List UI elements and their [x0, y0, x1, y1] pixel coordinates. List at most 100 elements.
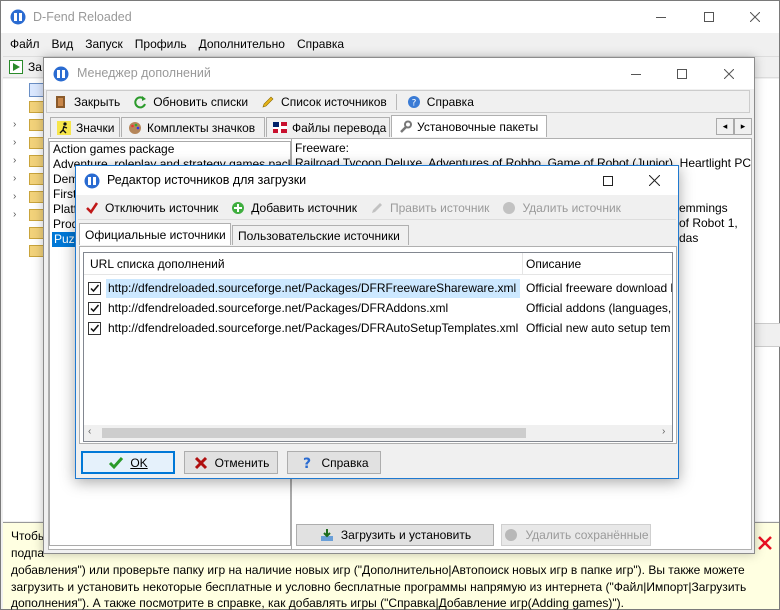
hint-line-3: добавления") или проверьте папку игр на …: [11, 563, 745, 577]
table-row[interactable]: http://dfendreloaded.sourceforge.net/Pac…: [84, 279, 672, 298]
official-sources-panel: URL списка дополнений Описание http://df…: [79, 246, 677, 444]
sources-help-button[interactable]: ? Справка: [287, 451, 381, 474]
palette-icon: [127, 120, 143, 136]
details-line: emmings: [679, 201, 728, 215]
package-item[interactable]: First: [53, 187, 76, 202]
tree-expander-icon[interactable]: ›: [13, 137, 16, 148]
addon-close-button[interactable]: [709, 58, 749, 89]
addon-manager-logo-icon: [53, 66, 69, 82]
maximize-button[interactable]: [689, 1, 729, 33]
app-logo-icon: [10, 9, 26, 25]
profile-tree[interactable]: › › › › › ›: [3, 79, 47, 521]
addon-minimize-button[interactable]: [616, 58, 656, 89]
menu-extras[interactable]: Дополнительно: [193, 34, 291, 54]
tab-language-files[interactable]: Файлы перевода: [266, 117, 390, 137]
main-list-splitter[interactable]: [754, 323, 780, 347]
svg-text:?: ?: [411, 98, 416, 108]
column-url[interactable]: URL списка дополнений: [90, 257, 225, 271]
menu-help[interactable]: Справка: [291, 34, 350, 54]
refresh-icon: [132, 94, 148, 110]
pencil-icon: [260, 94, 276, 110]
sources-editor-title-bar[interactable]: Редактор источников для загрузки: [76, 166, 678, 195]
sources-list[interactable]: URL списка дополнений Описание http://df…: [83, 252, 673, 442]
menu-run[interactable]: Запуск: [79, 34, 129, 54]
tree-expander-icon[interactable]: ›: [13, 119, 16, 130]
svg-text:?: ?: [303, 456, 311, 470]
ok-button[interactable]: OK: [81, 451, 175, 474]
sources-help-label: Справка: [321, 455, 369, 470]
delete-saved-button[interactable]: Удалить сохранённые: [501, 524, 651, 546]
sources-close-button[interactable]: [634, 166, 674, 195]
main-game-list[interactable]: [753, 79, 780, 521]
row-description: Official addons (languages,: [526, 301, 672, 315]
table-row[interactable]: http://dfendreloaded.sourceforge.net/Pac…: [84, 319, 672, 338]
tab-scroll-right-button[interactable]: ▸: [734, 118, 752, 135]
scrollbar-thumb[interactable]: [102, 428, 526, 438]
details-line: das: [679, 231, 699, 245]
tab-official-sources[interactable]: Официальные источники: [79, 223, 231, 245]
tab-icons[interactable]: Значки: [50, 117, 120, 137]
download-install-button[interactable]: Загрузить и установить: [296, 524, 494, 546]
column-description[interactable]: Описание: [526, 257, 581, 271]
row-checkbox[interactable]: [88, 302, 101, 315]
minimize-button[interactable]: [641, 1, 681, 33]
sources-editor-title: Редактор источников для загрузки: [107, 173, 307, 187]
tab-scroll-left-button[interactable]: ◂: [716, 118, 734, 135]
run-icon[interactable]: [9, 60, 23, 74]
sources-editor-logo-icon: [84, 173, 100, 189]
tree-expander-icon[interactable]: ›: [13, 173, 16, 184]
sources-maximize-button[interactable]: [588, 166, 628, 195]
add-source-button[interactable]: Добавить источник: [224, 198, 363, 218]
addon-help-button[interactable]: ? Справка: [400, 92, 480, 112]
refresh-lists-button[interactable]: Обновить списки: [126, 92, 254, 112]
package-item[interactable]: Action games package: [53, 142, 174, 157]
tab-user-sources[interactable]: Пользовательские источники: [232, 225, 409, 245]
row-checkbox[interactable]: [88, 322, 101, 335]
scroll-left-arrow-icon[interactable]: ‹: [88, 426, 91, 437]
tab-user-sources-label: Пользовательские источники: [238, 228, 400, 243]
disable-source-button[interactable]: Отключить источник: [78, 198, 224, 218]
tab-icon-sets[interactable]: Комплекты значков: [121, 117, 265, 137]
add-circle-icon: [230, 200, 246, 216]
cancel-button[interactable]: Отменить: [184, 451, 278, 474]
addon-close-tool-button[interactable]: Закрыть: [47, 92, 126, 112]
row-description: Official new auto setup tem: [526, 321, 671, 335]
scroll-right-arrow-icon[interactable]: ›: [662, 426, 665, 437]
menu-file[interactable]: Файл: [4, 34, 46, 54]
tab-setup-packages[interactable]: Установочные пакеты: [391, 115, 547, 137]
main-window-title: D-Fend Reloaded: [33, 10, 132, 24]
sources-editor-window: Редактор источников для загрузки Отключи…: [75, 165, 679, 479]
package-item[interactable]: Platf: [53, 202, 77, 217]
row-url: http://dfendreloaded.sourceforge.net/Pac…: [108, 321, 519, 335]
main-title-bar[interactable]: D-Fend Reloaded: [1, 1, 779, 33]
sources-tabs: Официальные источники Пользовательские и…: [79, 223, 677, 247]
delete-source-button[interactable]: Удалить источник: [495, 198, 626, 218]
tree-expander-icon[interactable]: ›: [13, 191, 16, 202]
sources-horizontal-scrollbar[interactable]: ‹ ›: [84, 425, 672, 441]
checkmark-icon: [84, 200, 100, 216]
hint-close-icon[interactable]: [757, 535, 773, 551]
close-button[interactable]: [735, 1, 775, 33]
delete-disabled-icon: [501, 200, 517, 216]
tree-expander-icon[interactable]: ›: [13, 209, 16, 220]
table-row[interactable]: http://dfendreloaded.sourceforge.net/Pac…: [84, 299, 672, 318]
sources-list-header: URL списка дополнений Описание: [84, 253, 672, 275]
addon-manager-title: Менеджер дополнений: [77, 66, 211, 80]
row-checkbox[interactable]: [88, 282, 101, 295]
wrench-icon: [397, 119, 413, 135]
help-question-icon: ?: [299, 455, 315, 471]
source-list-button[interactable]: Список источников: [254, 92, 393, 112]
hint-line-5: дополнения"). А также посмотрите в справ…: [11, 596, 624, 610]
tree-expander-icon[interactable]: ›: [13, 155, 16, 166]
running-man-icon: [56, 120, 72, 136]
cancel-label: Отменить: [214, 455, 270, 470]
disable-source-label: Отключить источник: [105, 201, 219, 215]
menu-view[interactable]: Вид: [46, 34, 80, 54]
run-button-label[interactable]: За: [28, 60, 42, 74]
addon-manager-title-bar[interactable]: Менеджер дополнений: [44, 58, 754, 89]
menu-profile[interactable]: Профиль: [129, 34, 193, 54]
tab-setup-packages-label: Установочные пакеты: [417, 119, 539, 134]
addon-maximize-button[interactable]: [662, 58, 702, 89]
edit-source-button[interactable]: Править источник: [363, 198, 495, 218]
addon-tabs: Значки Комплекты значков Файлы перевода …: [46, 115, 752, 139]
